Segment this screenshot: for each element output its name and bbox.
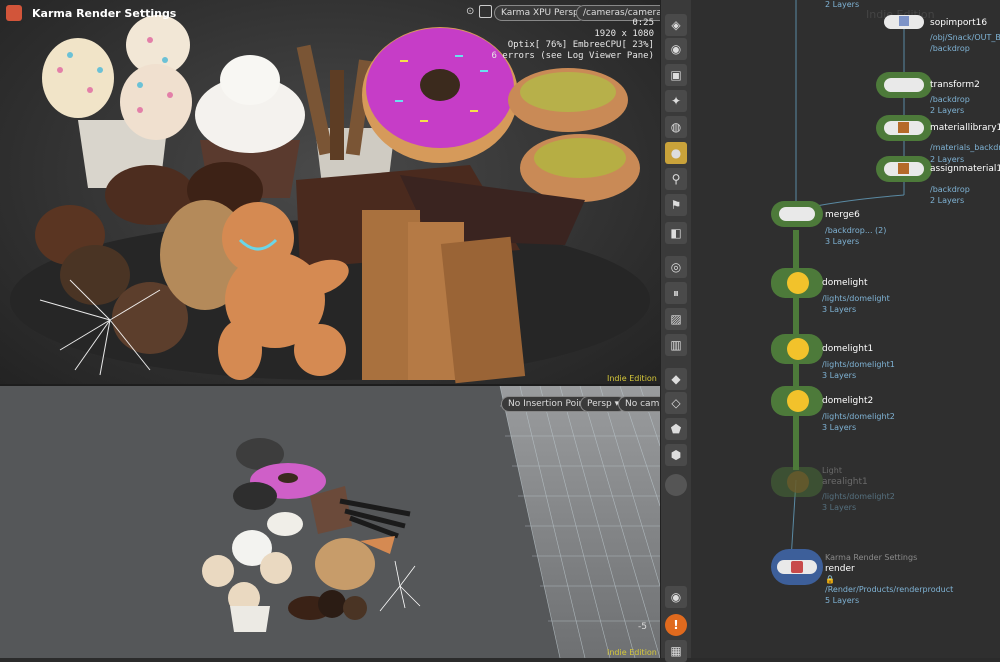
persp-label: Persp	[587, 399, 612, 409]
render-time: 0:25	[632, 18, 654, 28]
grid-label: -5	[638, 622, 647, 632]
node-name-sopimport16: sopimport16	[930, 18, 988, 28]
node-name-materiallibrary13: materiallibrary13	[930, 123, 1000, 133]
node-layers-domelight: 3 Layers	[822, 305, 857, 314]
render-viewport[interactable]: Karma Render Settings ⊙ Karma XPU Persp …	[0, 0, 660, 384]
render-errors: 6 errors (see Log Viewer Pane)	[491, 51, 654, 61]
cam-label: No cam	[625, 399, 660, 409]
node-layers-arealight1: 3 Layers	[822, 503, 857, 512]
camera-label: /cameras/camera1	[583, 8, 660, 18]
ghost-icon[interactable]: ⬟	[665, 418, 687, 440]
node-type-arealight1: Light	[822, 466, 842, 475]
domelight2-node-icon[interactable]	[787, 390, 809, 412]
node-layers-domelight2: 3 Layers	[822, 423, 857, 432]
insertion-point-label: No Insertion Point	[508, 399, 588, 409]
render-stats: 0:25 1920 x 1080 Optix[ 76%] EmbreeCPU[ …	[491, 18, 654, 62]
node-name-domelight1: domelight1	[822, 344, 874, 354]
node-path-materiallibrary13: /materials_backdr	[930, 143, 1000, 152]
domelight-icon[interactable]: ●	[665, 142, 687, 164]
render-device-usage: Optix[ 76%] EmbreeCPU[ 23%]	[507, 40, 654, 50]
node-path-merge6: /backdrop... (2)	[825, 226, 887, 235]
node-layers-merge6: 3 Layers	[825, 237, 860, 246]
pin-icon[interactable]: ⊙	[466, 6, 474, 17]
node-path-domelight2: /lights/domelight2	[822, 412, 895, 421]
sphere-icon[interactable]	[665, 474, 687, 496]
node-lock-icon: 🔒	[825, 575, 835, 584]
node-layers-assignmaterial14: 2 Layers	[930, 196, 965, 205]
domelight-node-icon[interactable]	[787, 272, 809, 294]
material-icon	[898, 122, 909, 133]
eye-icon[interactable]: ◉	[665, 586, 687, 608]
node-layers-materiallibrary13: 2 Layers	[930, 155, 965, 164]
node-top-layers: 2 Layers	[825, 0, 860, 9]
node-name-assignmaterial14: assignmaterial14	[930, 164, 1000, 174]
render-node-icon	[791, 561, 803, 573]
indie-watermark: Indie Edition	[607, 374, 657, 383]
glasses-icon[interactable]: ◎	[665, 256, 687, 278]
node-path-domelight1: /lights/domelight1	[822, 360, 895, 369]
cam-dropdown[interactable]: No cam ▾	[618, 396, 660, 412]
camera-view-icon[interactable]: ◧	[665, 222, 687, 244]
viewport-title: Karma Render Settings	[32, 7, 177, 20]
assign-material-icon	[898, 163, 909, 174]
node-path-arealight1: /lights/domelight2	[822, 492, 895, 501]
node-layers-transform2: 2 Layers	[930, 106, 965, 115]
wireframe-icon[interactable]: ◇	[665, 392, 687, 414]
node-layers-render: 5 Layers	[825, 596, 860, 605]
layout-icon[interactable]: ▦	[665, 640, 687, 662]
node-layers-domelight1: 3 Layers	[822, 371, 857, 380]
pause-icon[interactable]: ⏸	[665, 282, 687, 304]
warning-icon[interactable]: !	[665, 614, 687, 636]
spotlight-icon[interactable]: ⚑	[665, 194, 687, 216]
light-icon[interactable]: ✦	[665, 90, 687, 112]
shading-icon[interactable]: ◆	[665, 368, 687, 390]
grid-toggle-icon[interactable]: ⬢	[665, 444, 687, 466]
node-name-arealight1: arealight1	[822, 477, 868, 487]
bulb-icon[interactable]: ⚲	[665, 168, 687, 190]
node-name-domelight: domelight	[822, 278, 868, 288]
network-editor[interactable]: 2 Layers Indie Edition sopimport16 /obj/…	[691, 0, 1000, 658]
scene-view	[0, 386, 660, 658]
node-path-render: /Render/Products/renderproduct	[825, 585, 954, 594]
domelight1-node-icon[interactable]	[787, 338, 809, 360]
karma-logo-icon	[6, 5, 22, 21]
node-name-merge6: merge6	[825, 210, 860, 220]
lock-icon[interactable]	[479, 5, 492, 18]
stats-icon[interactable]: ▥	[665, 334, 687, 356]
lock-camera-icon[interactable]: ▣	[665, 64, 687, 86]
node-name-render: render	[825, 564, 855, 574]
node-type-render: Karma Render Settings	[825, 553, 918, 562]
node-path-domelight: /lights/domelight	[822, 294, 890, 303]
snapshot-icon[interactable]: ◉	[665, 38, 687, 60]
scene-viewport[interactable]: No Insertion Point ▾ Persp ▾ No cam ▾ -5…	[0, 386, 660, 658]
node-path-transform2: /backdrop	[930, 95, 970, 104]
node-name-domelight2: domelight2	[822, 396, 874, 406]
node-path2-sopimport16: /backdrop	[930, 44, 970, 53]
node-transform2[interactable]	[884, 78, 924, 92]
viewport-toolbar: ◈ ◉ ▣ ✦ ◍ ● ⚲ ⚑ ◧ ◎ ⏸ ▨ ▥ ◆ ◇ ⬟ ⬢ ◉ ! ▦	[660, 0, 692, 662]
node-path-assignmaterial14: /backdrop	[930, 185, 970, 194]
headlight-icon[interactable]: ◍	[665, 116, 687, 138]
indie-watermark-bottom: Indie Edition	[607, 648, 657, 657]
sopimport-icon	[899, 16, 909, 26]
render-resolution: 1920 x 1080	[594, 29, 654, 39]
node-path-sopimport16: /obj/Snack/OUT_Ba	[930, 33, 1000, 42]
region-icon[interactable]: ▨	[665, 308, 687, 330]
arealight1-node-icon[interactable]	[787, 471, 809, 493]
display-options-icon[interactable]: ◈	[665, 14, 687, 36]
node-merge6[interactable]	[779, 207, 815, 221]
node-name-transform2: transform2	[930, 80, 980, 90]
renderer-label: Karma XPU	[501, 8, 552, 18]
